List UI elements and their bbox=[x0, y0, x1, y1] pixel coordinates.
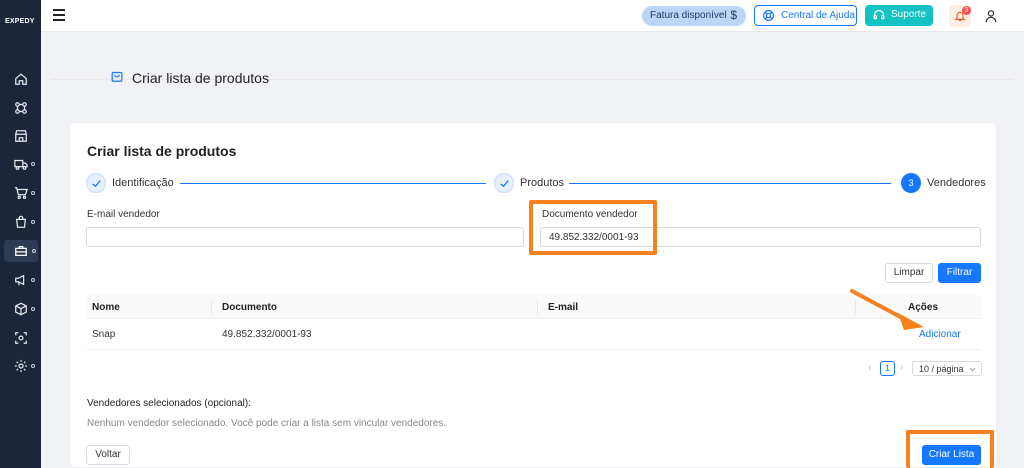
expand-dot bbox=[31, 278, 35, 282]
invoice-available-badge[interactable]: Fatura disponível $ bbox=[642, 6, 746, 26]
notification-count-badge: 3 bbox=[962, 6, 971, 15]
prev-page-icon[interactable]: ‹ bbox=[868, 362, 871, 373]
support-label: Suporte bbox=[891, 9, 927, 20]
sidebar-item-inventory[interactable] bbox=[8, 298, 36, 320]
help-center-button[interactable]: Central de Ajuda bbox=[754, 5, 857, 26]
expand-dot bbox=[31, 307, 35, 311]
page-size-select[interactable]: 10 / página bbox=[912, 361, 982, 376]
page-title: Criar lista de produtos bbox=[132, 70, 269, 86]
step-connector bbox=[569, 183, 891, 184]
step-connector bbox=[180, 183, 486, 184]
menu-icon[interactable] bbox=[53, 9, 65, 21]
sidebar-item-delivery[interactable] bbox=[8, 153, 36, 175]
column-email: E-mail bbox=[548, 302, 579, 313]
page-1-button[interactable]: 1 bbox=[880, 361, 895, 376]
truck-icon bbox=[14, 159, 28, 170]
expand-dot bbox=[31, 364, 35, 368]
filter-button[interactable]: Filtrar bbox=[938, 263, 981, 283]
highlight-box-create bbox=[906, 430, 994, 468]
column-divider bbox=[537, 300, 538, 314]
dollar-icon: $ bbox=[730, 8, 737, 22]
email-input[interactable] bbox=[86, 227, 524, 247]
expand-dot bbox=[31, 191, 35, 195]
home-icon bbox=[15, 73, 27, 85]
briefcase-icon bbox=[15, 246, 27, 256]
notifications-button[interactable]: 3 bbox=[949, 5, 971, 27]
sidebar-item-store[interactable] bbox=[8, 125, 36, 147]
shopping-bag-icon bbox=[111, 71, 123, 82]
email-label: E-mail vendedor bbox=[87, 209, 160, 220]
annotation-arrow-icon bbox=[850, 289, 924, 330]
step-1-label: Identificação bbox=[112, 177, 174, 189]
next-page-icon[interactable]: › bbox=[900, 362, 903, 373]
column-divider bbox=[211, 300, 212, 314]
step-2-label: Produtos bbox=[520, 177, 565, 189]
network-icon bbox=[15, 102, 27, 114]
user-icon[interactable] bbox=[984, 9, 998, 23]
column-nome: Nome bbox=[92, 302, 120, 313]
page-header: Criar lista de produtos bbox=[51, 62, 1013, 86]
back-button[interactable]: Voltar bbox=[86, 445, 130, 465]
sidebar-item-home[interactable] bbox=[8, 68, 36, 90]
cell-nome: Snap bbox=[92, 329, 116, 340]
sidebar-item-products[interactable] bbox=[4, 240, 38, 262]
sidebar-item-cart[interactable] bbox=[8, 182, 36, 204]
chevron-down-icon bbox=[969, 367, 976, 372]
support-button[interactable]: Suporte bbox=[865, 5, 933, 26]
step-3-label: Vendedores bbox=[927, 177, 986, 189]
sidebar-item-bag[interactable] bbox=[8, 211, 36, 233]
store-icon bbox=[15, 130, 27, 142]
scan-icon bbox=[15, 332, 27, 344]
expand-dot bbox=[31, 162, 35, 166]
expand-dot bbox=[31, 220, 35, 224]
cell-documento: 49.852.332/0001-93 bbox=[222, 329, 312, 340]
page-size-value: 10 / página bbox=[919, 364, 964, 374]
card-title: Criar lista de produtos bbox=[87, 143, 237, 159]
megaphone-icon bbox=[15, 274, 25, 286]
highlight-box-document bbox=[529, 200, 657, 255]
headset-icon bbox=[873, 9, 885, 20]
sidebar-item-marketing[interactable] bbox=[8, 269, 36, 291]
top-header: Fatura disponível $ Central de Ajuda Sup… bbox=[41, 0, 1024, 32]
expand-dot bbox=[32, 249, 36, 253]
column-documento: Documento bbox=[222, 302, 277, 313]
bag-icon bbox=[15, 215, 27, 228]
clear-button[interactable]: Limpar bbox=[885, 263, 933, 283]
selected-vendors-label: Vendedores selecionados (opcional): bbox=[87, 398, 251, 409]
gear-icon bbox=[14, 359, 28, 373]
selected-vendors-empty: Nenhum vendedor selecionado. Você pode c… bbox=[87, 418, 447, 429]
app-logo: EXPEDY bbox=[5, 18, 35, 25]
step-1-check bbox=[86, 173, 106, 193]
invoice-label: Fatura disponível bbox=[650, 10, 727, 21]
check-icon bbox=[500, 180, 509, 188]
sidebar-item-scan[interactable] bbox=[8, 327, 36, 349]
sidebar: EXPEDY bbox=[0, 0, 41, 468]
help-center-label: Central de Ajuda bbox=[781, 10, 855, 21]
check-icon bbox=[92, 180, 101, 188]
step-2-check bbox=[494, 173, 514, 193]
sidebar-item-settings[interactable] bbox=[8, 355, 36, 377]
cart-icon bbox=[14, 187, 28, 200]
lifebuoy-icon bbox=[763, 10, 774, 21]
box-icon bbox=[15, 302, 27, 316]
sidebar-item-network[interactable] bbox=[8, 97, 36, 119]
step-3-number: 3 bbox=[901, 173, 921, 193]
